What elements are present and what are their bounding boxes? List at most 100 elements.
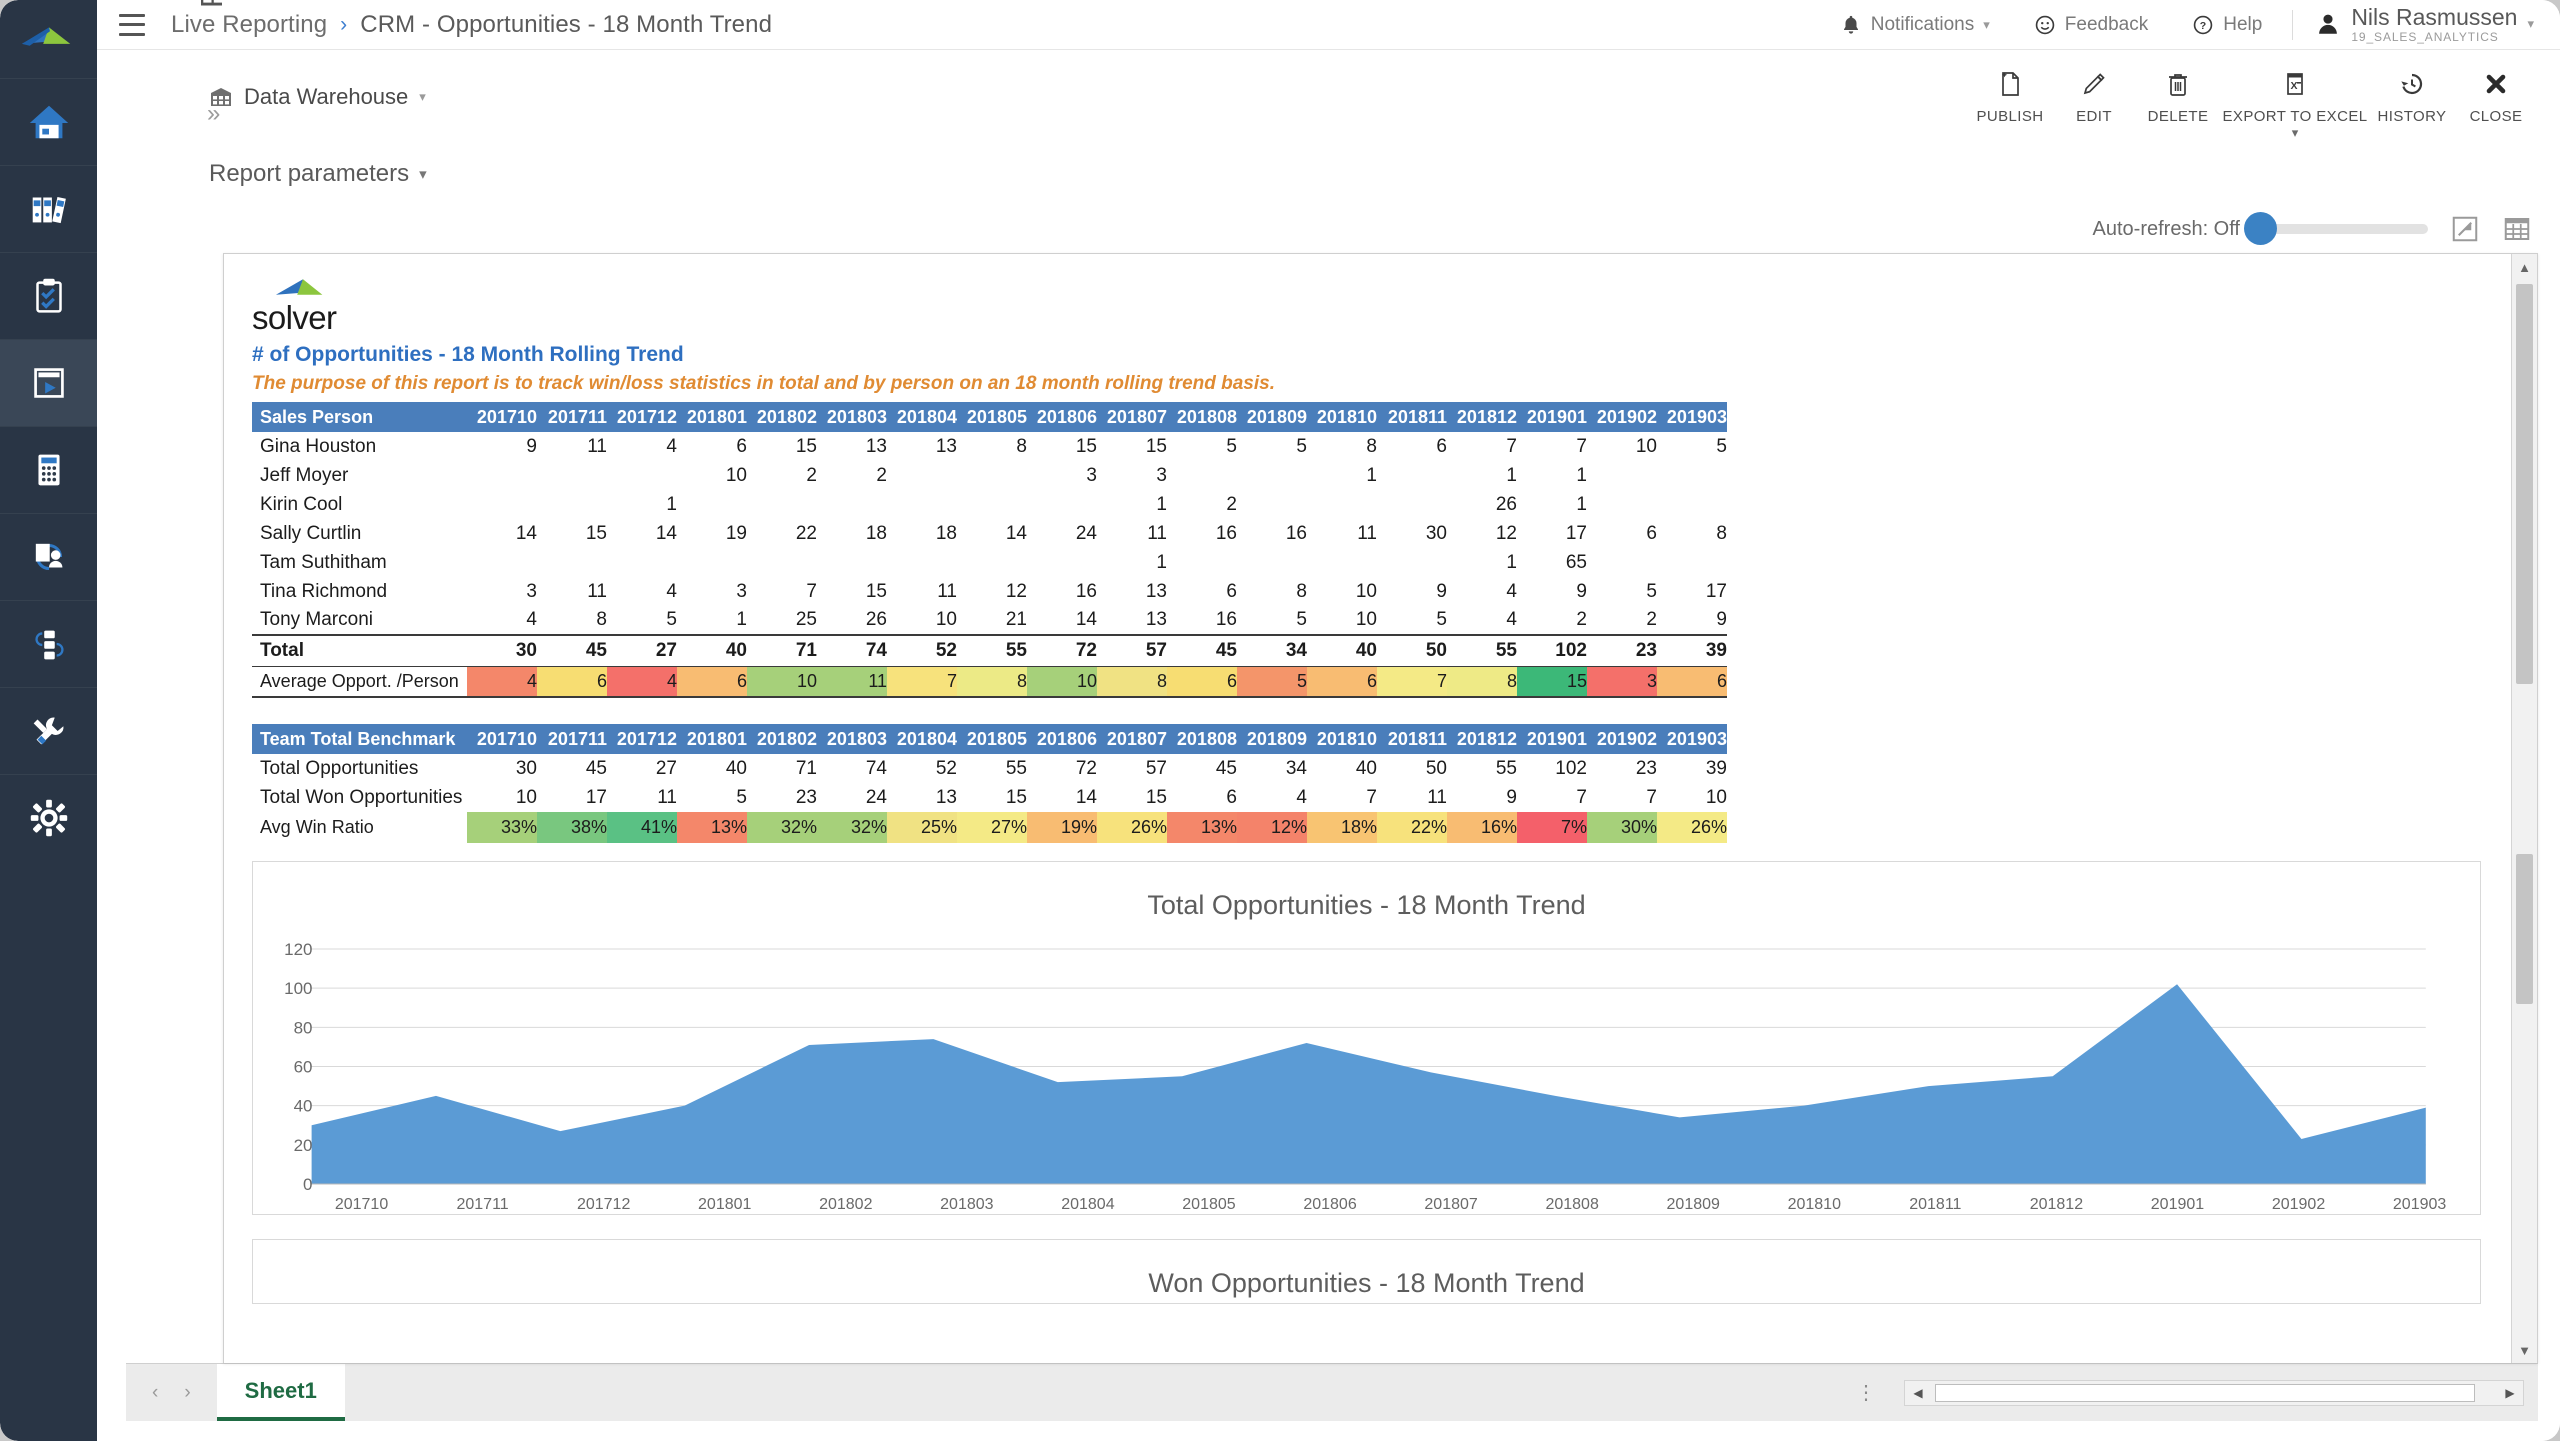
table-header-cell: 201801: [677, 402, 747, 432]
total-label: Total: [252, 634, 467, 667]
table-header-cell: 201810: [1307, 402, 1377, 432]
toggle-knob[interactable]: [2244, 212, 2277, 245]
data-cell: 72: [1075, 757, 1097, 779]
chevron-down-icon[interactable]: ▾: [419, 165, 427, 183]
data-cell: 30: [515, 757, 537, 779]
help-button[interactable]: ? Help: [2170, 0, 2284, 50]
data-cell: 11: [1357, 522, 1377, 544]
hscroll-right-arrow[interactable]: ▶: [2497, 1386, 2523, 1400]
sidebar-item-live-reporting[interactable]: [0, 339, 97, 426]
data-cell: 1: [1366, 464, 1377, 486]
average-cell: 11: [817, 665, 887, 698]
scroll-thumb-top[interactable]: [2516, 284, 2533, 684]
data-cell: 1: [1506, 464, 1517, 486]
data-cell: 16: [1285, 522, 1307, 544]
notifications-button[interactable]: Notifications ▾: [1818, 0, 2012, 50]
fullscreen-icon[interactable]: [2450, 214, 2480, 244]
data-cell: [1587, 490, 1657, 519]
scroll-up-arrow[interactable]: ▲: [2512, 254, 2537, 280]
menu-toggle-icon[interactable]: [119, 13, 145, 36]
total-cell: 50: [1377, 634, 1447, 667]
hscroll-track[interactable]: [1931, 1381, 2497, 1405]
table-header-cell: 201804: [887, 724, 957, 754]
data-cell: [957, 490, 1027, 519]
sheet-prev-arrow[interactable]: ‹: [152, 1382, 158, 1404]
data-cell: [1377, 490, 1447, 519]
sidebar-item-home[interactable]: [0, 78, 97, 165]
data-cell: 15: [1145, 786, 1167, 808]
document-user-icon: [35, 543, 62, 571]
sidebar-item-user-reports[interactable]: [0, 513, 97, 600]
publish-label: PUBLISH: [1976, 107, 2044, 125]
data-cell: 1: [1576, 493, 1587, 515]
data-cell: 2: [1646, 609, 1657, 630]
delete-button[interactable]: DELETE: [2136, 69, 2220, 125]
auto-refresh-toggle[interactable]: [2244, 212, 2428, 245]
publish-button[interactable]: PUBLISH: [1968, 69, 2052, 125]
sheet-next-arrow[interactable]: ›: [184, 1382, 190, 1404]
feedback-button[interactable]: Feedback: [2012, 0, 2170, 50]
sheet-horizontal-scrollbar[interactable]: ◀ ▶: [1904, 1379, 2524, 1406]
sidebar-item-settings[interactable]: [0, 774, 97, 861]
sidebar-item-library[interactable]: [0, 165, 97, 252]
win-ratio-cell: 12%: [1237, 812, 1307, 843]
sidebar-item-tools[interactable]: [0, 687, 97, 774]
win-ratio-cell: 26%: [1657, 812, 1727, 843]
sheet-vertical-scrollbar[interactable]: ▲ ▼: [2511, 254, 2537, 1363]
sidebar-item-calculator[interactable]: [0, 426, 97, 513]
data-cell: [1167, 548, 1237, 577]
data-cell: 15: [795, 435, 817, 457]
table-row: Sally Curtlin 14 15 14 19 22 18 18 14 24 11 16 16 11 3…: [252, 519, 1727, 548]
data-cell: [887, 490, 957, 519]
edit-button[interactable]: EDIT: [2052, 69, 2136, 125]
data-cell: 10: [935, 609, 957, 630]
sales-person-name: Sally Curtlin: [260, 522, 362, 544]
win-ratio-cell: 13%: [1167, 812, 1237, 843]
user-menu[interactable]: Nils Rasmussen 19_SALES_ANALYTICS ▾: [2301, 5, 2542, 44]
data-cell: 10: [1355, 609, 1377, 630]
chevron-down-icon[interactable]: ▾: [2292, 125, 2299, 141]
win-ratio-row: Avg Win Ratio 33% 38% 41% 13% 32% 32% 25% 27% 19%…: [252, 812, 1727, 843]
data-cell: 45: [585, 757, 607, 779]
data-cell: 4: [666, 580, 677, 602]
report-parameters-toggle[interactable]: Report parameters: [209, 160, 409, 188]
data-cell: 15: [1075, 435, 1097, 457]
data-cell: 9: [1576, 580, 1587, 602]
data-cell: [1587, 548, 1657, 577]
data-cell: 8: [1296, 580, 1307, 602]
sidebar-item-tasks[interactable]: [0, 252, 97, 339]
hscroll-thumb[interactable]: [1935, 1383, 2475, 1402]
data-cell: 11: [587, 580, 607, 602]
table-header-cell: 201711: [537, 724, 607, 754]
scroll-thumb-bottom[interactable]: [2516, 854, 2533, 1004]
average-cell: 4: [607, 665, 677, 698]
data-cell: 18: [865, 522, 887, 544]
average-cell: 6: [677, 665, 747, 698]
close-button[interactable]: CLOSE: [2454, 69, 2538, 125]
sheet-nav-arrows: ‹ ›: [126, 1364, 217, 1421]
history-button[interactable]: HISTORY: [2370, 69, 2454, 125]
delete-label: DELETE: [2147, 107, 2209, 125]
sidebar-item-workflow[interactable]: [0, 600, 97, 687]
grid-view-icon[interactable]: [2502, 214, 2532, 244]
data-cell: [467, 548, 537, 577]
export-to-excel-button[interactable]: X EXPORT TO EXCEL ▾: [2220, 69, 2370, 140]
table-row: Tam Suthitham 1 1 65: [252, 548, 1727, 577]
x-tick-label: 201807: [1424, 1196, 1478, 1213]
total-cell: 55: [957, 634, 1027, 667]
data-cell: 22: [795, 522, 817, 544]
drag-handle-icon[interactable]: ⋮: [1840, 1380, 1894, 1405]
sheet-tab-sheet1[interactable]: Sheet1: [216, 1364, 345, 1421]
data-source-selector[interactable]: Data Warehouse ▾: [209, 84, 426, 110]
data-cell: 40: [725, 757, 747, 779]
team-benchmark-table: Team Total Benchmark 201710 201711 201712 20…: [252, 724, 1727, 843]
scroll-down-arrow[interactable]: ▼: [2512, 1337, 2537, 1363]
data-cell: 2: [876, 464, 887, 486]
data-cell: 12: [1495, 522, 1517, 544]
report-play-icon: [33, 368, 64, 398]
data-cell: 6: [736, 435, 747, 457]
data-cell: 21: [1005, 609, 1027, 630]
x-tick-label: 201811: [1909, 1196, 1962, 1213]
hscroll-left-arrow[interactable]: ◀: [1905, 1386, 1931, 1400]
data-cell: [537, 548, 607, 577]
